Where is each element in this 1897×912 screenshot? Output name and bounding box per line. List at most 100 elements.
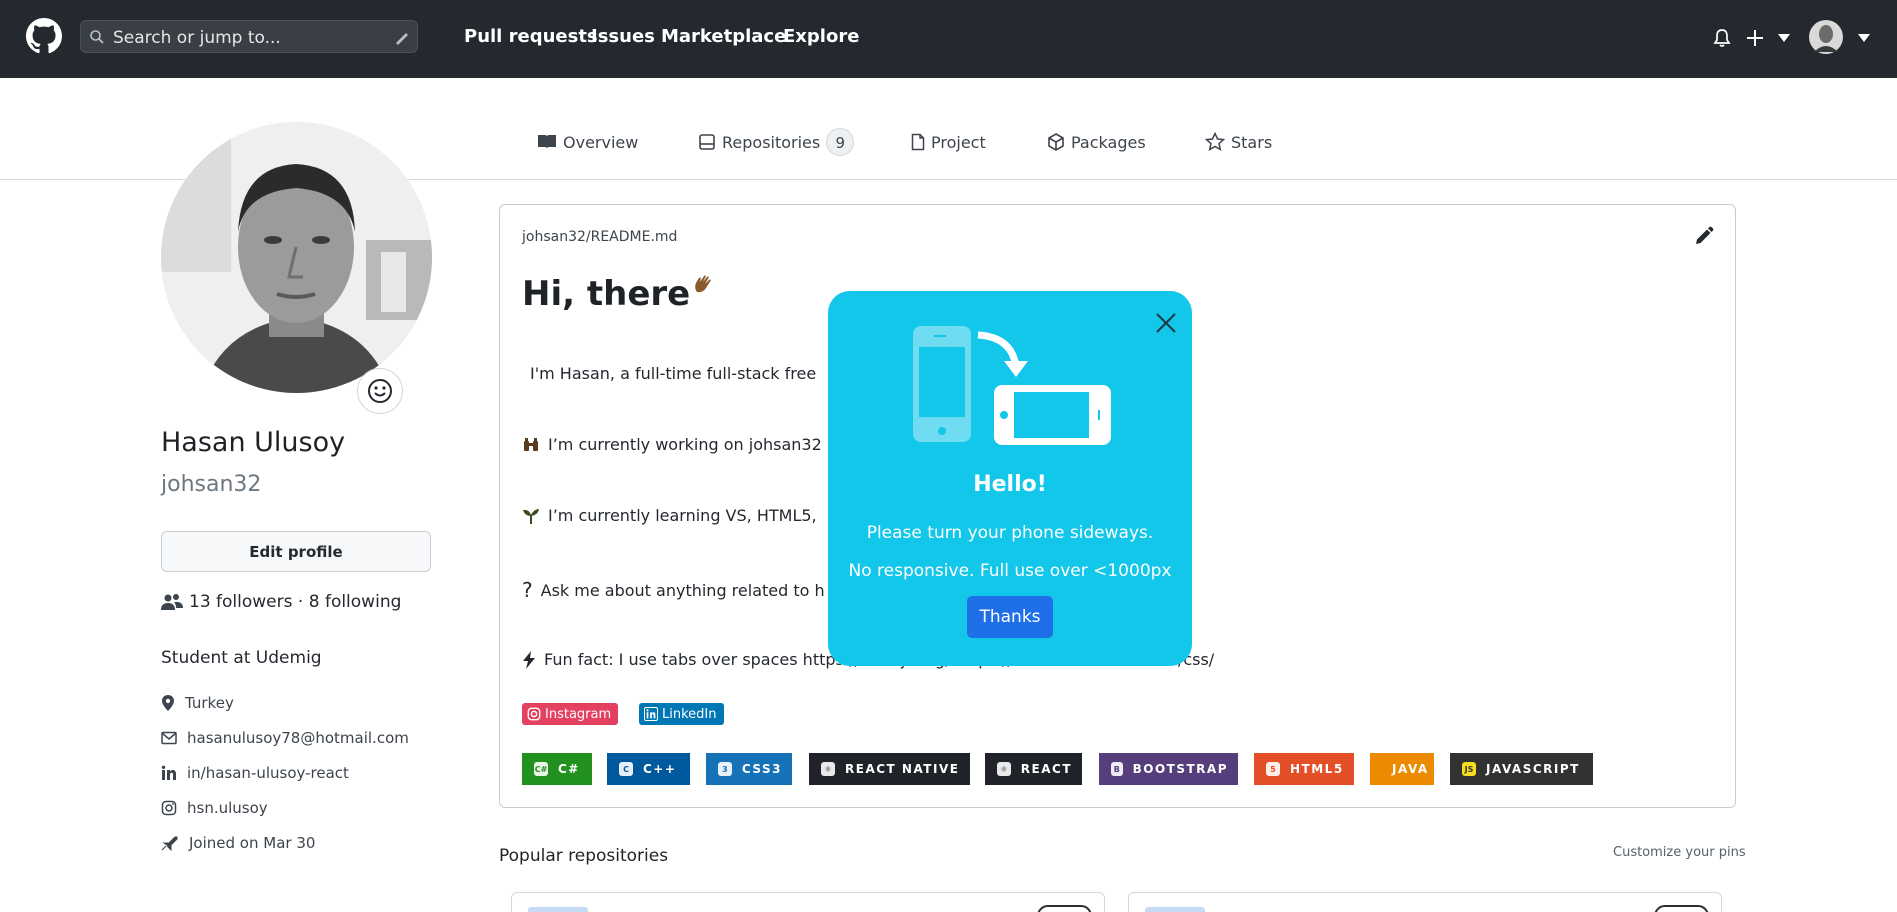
tech-badge: B BOOTSTRAP	[1099, 753, 1238, 785]
linkedin-badge-icon	[644, 707, 658, 721]
instagram-icon	[161, 800, 177, 816]
tab-project[interactable]: Project	[911, 128, 986, 156]
user-avatar[interactable]	[1809, 20, 1843, 54]
edit-profile-button[interactable]: Edit profile	[161, 531, 431, 572]
tech-badge: ⚛ REACT NATIVE	[809, 753, 970, 785]
popular-repositories-heading: Popular repositories	[499, 846, 669, 866]
tech-badge-label: C++	[643, 762, 677, 776]
tech-badge: ⚛ REACT	[985, 753, 1082, 785]
customize-pins-link[interactable]: Customize your pins	[1613, 845, 1746, 860]
modal-message-responsive: No responsive. Full use over <1000px	[848, 561, 1172, 581]
profile-username: johsan32	[161, 472, 262, 497]
tab-stars[interactable]: Stars	[1205, 128, 1272, 156]
instagram-badge[interactable]: Instagram	[522, 703, 618, 725]
readme-heading-text: Hi, there	[522, 274, 691, 314]
profile-location: Turkey	[161, 694, 234, 712]
location-icon	[162, 695, 174, 711]
repo-icon	[699, 134, 715, 150]
nav-pull-requests[interactable]: Pull requests	[464, 26, 598, 47]
pinned-repo-card[interactable]	[511, 892, 1105, 912]
pinned-repo-title[interactable]	[528, 907, 588, 912]
tech-badge: JAVA	[1370, 753, 1434, 785]
set-status-button[interactable]	[357, 368, 403, 414]
tab-overview-label: Overview	[563, 132, 639, 152]
pinned-repo-visibility-badge	[1037, 905, 1092, 912]
waving-hand-icon	[695, 275, 712, 293]
nav-issues[interactable]: Issues	[591, 26, 655, 47]
search-icon	[90, 30, 104, 44]
tech-badge: C C++	[607, 753, 690, 785]
tech-badge: JS JAVASCRIPT	[1450, 753, 1593, 785]
pinned-repo-card[interactable]	[1128, 892, 1722, 912]
tech-badge: 5 HTML5	[1254, 753, 1354, 785]
readme-line-learning: I’m currently learning VS, HTML5,	[522, 506, 817, 525]
tech-badge-label: CSS3	[741, 762, 782, 776]
close-icon[interactable]	[1155, 312, 1177, 334]
tab-stars-label: Stars	[1231, 132, 1273, 152]
tech-badge-label: JAVASCRIPT	[1486, 762, 1580, 776]
tab-packages[interactable]: Packages	[1047, 128, 1146, 156]
github-logo-icon[interactable]	[26, 18, 62, 54]
linkedin-badge-label: LinkedIn	[662, 706, 717, 722]
readme-path[interactable]: johsan32/README.md	[522, 229, 677, 245]
readme-heading: Hi, there	[522, 274, 714, 314]
linkedin-link[interactable]: in/hasan-ulusoy-react	[187, 764, 349, 782]
tech-badge-logo-icon: 5	[1266, 762, 1280, 776]
following-count[interactable]: 8	[309, 592, 320, 612]
lightning-icon	[522, 650, 536, 669]
profile-avatar[interactable]	[161, 122, 432, 393]
followers-label[interactable]: followers	[216, 592, 292, 612]
linkedin-badge[interactable]: LinkedIn	[639, 703, 724, 725]
edit-readme-pencil-icon[interactable]	[1694, 226, 1714, 246]
follow-separator: ·	[297, 592, 304, 612]
modal-message-rotate: Please turn your phone sideways.	[866, 523, 1154, 543]
linkedin-icon	[161, 765, 176, 780]
search-placeholder: Search or jump to...	[113, 28, 281, 48]
tech-badge-logo-icon: C#	[534, 762, 548, 776]
profile-photo	[161, 122, 432, 393]
tab-overview[interactable]: Overview	[537, 128, 638, 156]
readme-line-ask: ? Ask me about anything related to h	[522, 578, 825, 602]
followers-count[interactable]: 13	[189, 592, 211, 612]
binoculars-icon	[522, 437, 540, 453]
bell-icon[interactable]	[1713, 28, 1731, 48]
pinned-repo-title[interactable]	[1145, 907, 1205, 912]
tech-badge-label: BOOTSTRAP	[1132, 762, 1228, 776]
tab-packages-label: Packages	[1071, 132, 1146, 152]
profile-full-name: Hasan Ulusoy	[161, 427, 346, 458]
caret-down-icon[interactable]	[1777, 33, 1791, 43]
search-input[interactable]: Search or jump to...	[80, 20, 418, 53]
readme-line-intro-text: I'm Hasan, a full-time full-stack free	[530, 364, 817, 383]
tech-badge-label: REACT NATIVE	[845, 762, 960, 776]
profile-joined: Joined on Mar 30	[161, 834, 315, 852]
plus-icon[interactable]	[1745, 28, 1765, 48]
tech-badge: C# C#	[522, 753, 592, 785]
readme-line-working: I’m currently working on johsan32	[522, 435, 822, 454]
thanks-button[interactable]: Thanks	[967, 596, 1053, 638]
tech-badge-logo-icon: C	[619, 762, 633, 776]
package-icon	[1048, 133, 1064, 151]
email-link[interactable]: hasanulusoy78@hotmail.com	[187, 729, 409, 747]
tab-project-label: Project	[931, 132, 986, 152]
tech-badge-label: JAVA	[1392, 762, 1429, 776]
instagram-link[interactable]: hsn.ulusoy	[187, 799, 268, 817]
following-label[interactable]: following	[325, 592, 401, 612]
readme-line-learning-text: I’m currently learning VS, HTML5,	[548, 506, 817, 525]
people-icon	[161, 594, 183, 610]
avatar-caret-icon[interactable]	[1857, 33, 1871, 43]
tech-badge-logo-icon: B	[1111, 762, 1123, 776]
file-icon	[911, 133, 925, 151]
tech-badge-logo-icon: ⚛	[821, 762, 835, 776]
follow-stats: 13 followers · 8 following	[161, 592, 401, 612]
profile-bio: Student at Udemig	[161, 648, 322, 668]
nav-explore[interactable]: Explore	[783, 26, 859, 47]
star-icon	[1205, 132, 1225, 151]
location-text: Turkey	[185, 694, 234, 712]
nav-marketplace[interactable]: Marketplace	[661, 26, 786, 47]
tab-repositories[interactable]: Repositories 9	[698, 128, 855, 156]
top-navigation-bar: Search or jump to... Pull requests Issue…	[0, 0, 1897, 78]
tech-badge-label: C#	[558, 762, 580, 776]
profile-email: hasanulusoy78@hotmail.com	[161, 729, 409, 747]
repositories-count: 9	[826, 128, 855, 156]
readme-line-working-text: I’m currently working on johsan32	[548, 435, 822, 454]
